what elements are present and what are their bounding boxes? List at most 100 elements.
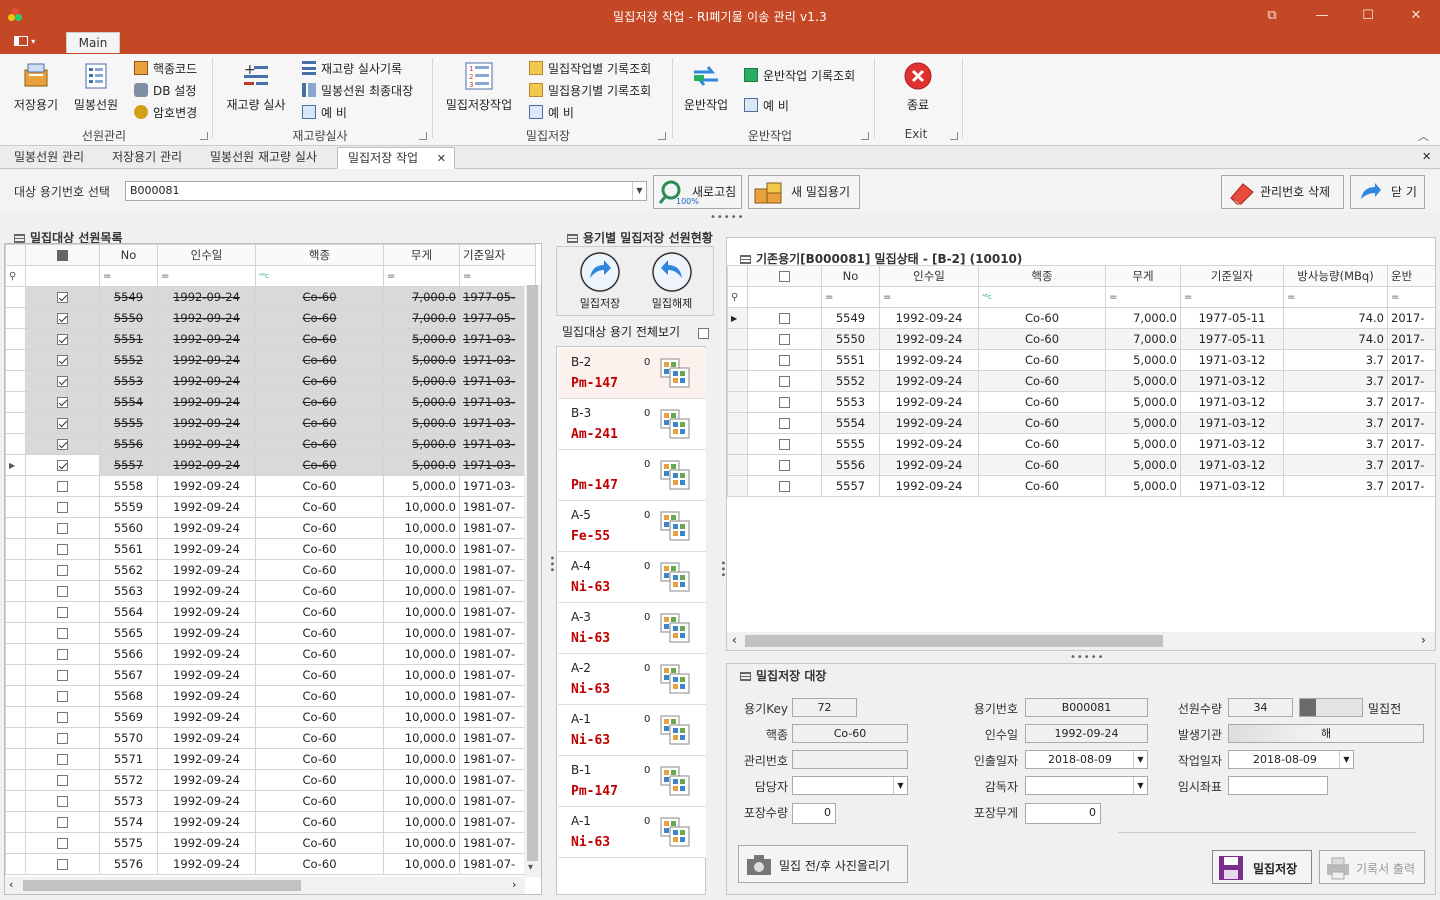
- table-row[interactable]: 5565 1992-09-24 Co-60 10,000.0 1981-07-: [5, 622, 536, 644]
- filter-cell[interactable]: =: [1283, 286, 1388, 308]
- table-row[interactable]: 5563 1992-09-24 Co-60 10,000.0 1981-07-: [5, 580, 536, 602]
- query-by-container-button[interactable]: 밀집용기별 기록조회: [529, 82, 651, 100]
- temp-coord-field[interactable]: [1228, 776, 1328, 795]
- row-checkbox[interactable]: [57, 649, 68, 660]
- row-checkbox[interactable]: [57, 670, 68, 681]
- row-checkbox[interactable]: [57, 460, 68, 471]
- col-nuclide[interactable]: 핵종: [978, 265, 1106, 287]
- table-row[interactable]: 5554 1992-09-24 Co-60 5,000.0 1971-03-12 3.7 2…: [727, 412, 1435, 434]
- scroll-right-icon[interactable]: ›: [512, 878, 516, 891]
- minimize-button[interactable]: —: [1302, 4, 1342, 28]
- table-row[interactable]: 5574 1992-09-24 Co-60 10,000.0 1981-07-: [5, 811, 536, 833]
- vessel-card[interactable]: B-3 Am-241 0: [558, 399, 706, 450]
- final-ledger-button[interactable]: 밀봉선원 최종대장: [302, 82, 413, 100]
- row-checkbox[interactable]: [57, 712, 68, 723]
- exit-button[interactable]: 종료: [890, 58, 946, 122]
- row-checkbox[interactable]: [57, 796, 68, 807]
- table-row[interactable]: 5552 1992-09-24 Co-60 5,000.0 1971-03-12 3.7 2…: [727, 370, 1435, 392]
- delete-mgmt-button[interactable]: 관리번호 삭제: [1221, 175, 1344, 209]
- vessel-card[interactable]: A-1 Ni-63 0: [558, 807, 706, 858]
- table-row[interactable]: 5549 1992-09-24 Co-60 7,000.0 1977-05-: [5, 286, 536, 308]
- table-row[interactable]: 5560 1992-09-24 Co-60 10,000.0 1981-07-: [5, 517, 536, 539]
- file-menu-button[interactable]: ▾: [14, 36, 48, 52]
- col-weight[interactable]: 무게: [1105, 265, 1181, 287]
- scroll-thumb[interactable]: [23, 880, 301, 891]
- row-checkbox[interactable]: [57, 775, 68, 786]
- row-checkbox-cell[interactable]: [25, 727, 100, 749]
- group-launcher-exit[interactable]: [950, 132, 958, 140]
- row-checkbox[interactable]: [779, 397, 790, 408]
- table-row[interactable]: 5550 1992-09-24 Co-60 7,000.0 1977-05-11 74.0…: [727, 328, 1435, 350]
- table-row[interactable]: 5556 1992-09-24 Co-60 5,000.0 1971-03-12 3.7 2…: [727, 454, 1435, 476]
- row-checkbox[interactable]: [779, 376, 790, 387]
- row-checkbox[interactable]: [57, 376, 68, 387]
- group-launcher-transport[interactable]: [861, 132, 869, 140]
- row-checkbox[interactable]: [57, 313, 68, 324]
- work-date-picker[interactable]: 2018-08-09 ▼: [1228, 750, 1354, 769]
- close-tab-icon[interactable]: ✕: [437, 148, 446, 169]
- table-row[interactable]: 5570 1992-09-24 Co-60 10,000.0 1981-07-: [5, 727, 536, 749]
- row-checkbox[interactable]: [57, 418, 68, 429]
- table-row[interactable]: 5555 1992-09-24 Co-60 5,000.0 1971-03-: [5, 412, 536, 434]
- table-row[interactable]: 5566 1992-09-24 Co-60 10,000.0 1981-07-: [5, 643, 536, 665]
- row-checkbox-cell[interactable]: [25, 391, 100, 413]
- scroll-down-icon[interactable]: ▾: [528, 862, 533, 873]
- supervisor-select[interactable]: ▼: [1025, 776, 1148, 795]
- row-checkbox[interactable]: [57, 292, 68, 303]
- row-checkbox-cell[interactable]: [747, 475, 822, 497]
- tab-dense-storage[interactable]: 밀집저장 작업 ✕: [337, 147, 455, 169]
- row-checkbox[interactable]: [57, 502, 68, 513]
- row-checkbox[interactable]: [57, 397, 68, 408]
- row-checkbox-cell[interactable]: [25, 349, 100, 371]
- vessel-card[interactable]: A-2 Ni-63 0: [558, 654, 706, 705]
- row-checkbox-cell[interactable]: [25, 307, 100, 329]
- splitter-grip[interactable]: •••••: [1070, 652, 1105, 663]
- row-checkbox[interactable]: [779, 355, 790, 366]
- row-checkbox[interactable]: [57, 754, 68, 765]
- table-row[interactable]: 5553 1992-09-24 Co-60 5,000.0 1971-03-12 3.7 2…: [727, 391, 1435, 413]
- left-vertical-scrollbar[interactable]: [524, 285, 541, 877]
- transport-query-button[interactable]: 운반작업 기록조회: [744, 67, 855, 85]
- row-checkbox-cell[interactable]: [25, 832, 100, 854]
- table-row[interactable]: 5568 1992-09-24 Co-60 10,000.0 1981-07-: [5, 685, 536, 707]
- row-checkbox-cell[interactable]: [747, 307, 822, 329]
- spare-button-1[interactable]: 예 비: [302, 104, 347, 122]
- row-checkbox-cell[interactable]: [25, 538, 100, 560]
- table-row[interactable]: 5575 1992-09-24 Co-60 10,000.0 1981-07-: [5, 832, 536, 854]
- table-row[interactable]: 5567 1992-09-24 Co-60 10,000.0 1981-07-: [5, 664, 536, 686]
- col-received[interactable]: 인수일: [157, 244, 256, 266]
- filter-cell[interactable]: =: [459, 265, 536, 287]
- spare-button-2[interactable]: 예 비: [529, 104, 574, 122]
- table-row[interactable]: 5551 1992-09-24 Co-60 5,000.0 1971-03-12 3.7 2…: [727, 349, 1435, 371]
- manager-select[interactable]: ▼: [792, 776, 908, 795]
- row-checkbox[interactable]: [779, 460, 790, 471]
- source-qty-field[interactable]: 34: [1228, 698, 1293, 717]
- container-button[interactable]: 저장용기: [8, 58, 64, 122]
- table-row[interactable]: 5576 1992-09-24 Co-60 10,000.0 1981-07-: [5, 853, 536, 875]
- tab-container[interactable]: 저장용기 관리: [102, 147, 192, 169]
- filter-cell[interactable]: =: [1180, 286, 1284, 308]
- col-received[interactable]: 인수일: [879, 265, 979, 287]
- row-checkbox-cell[interactable]: [25, 811, 100, 833]
- table-row[interactable]: 5571 1992-09-24 Co-60 10,000.0 1981-07-: [5, 748, 536, 770]
- group-launcher-dense[interactable]: [658, 132, 666, 140]
- withdraw-date-picker[interactable]: 2018-08-09 ▼: [1025, 750, 1148, 769]
- filter-cell[interactable]: ᴬᴮc: [255, 265, 384, 287]
- dense-storage-work-button[interactable]: 123 밀집저장작업: [440, 58, 518, 122]
- vessel-card[interactable]: A-4 Ni-63 0: [558, 552, 706, 603]
- filter-cell[interactable]: =: [879, 286, 979, 308]
- table-row[interactable]: ▶ 5557 1992-09-24 Co-60 5,000.0 1971-03-: [5, 454, 536, 476]
- upload-photo-button[interactable]: 밀집 전/후 사진올리기: [738, 845, 908, 883]
- received-date-field[interactable]: 1992-09-24: [1025, 724, 1148, 743]
- existing-container-grid[interactable]: No 인수일 핵종 무게 기준일자 방사능량(MBq) 운반 ⚲ = = ᴬᴮc = = =…: [727, 265, 1435, 632]
- table-row[interactable]: 5552 1992-09-24 Co-60 5,000.0 1971-03-: [5, 349, 536, 371]
- row-checkbox[interactable]: [57, 607, 68, 618]
- group-launcher-source[interactable]: [200, 132, 208, 140]
- row-checkbox[interactable]: [57, 523, 68, 534]
- table-row[interactable]: 5557 1992-09-24 Co-60 5,000.0 1971-03-12 3.7 2…: [727, 475, 1435, 497]
- table-row[interactable]: 5556 1992-09-24 Co-60 5,000.0 1971-03-: [5, 433, 536, 455]
- dense-store-button[interactable]: 밀집저장: [570, 250, 630, 314]
- close-all-icon[interactable]: ✕: [1422, 150, 1431, 163]
- table-row[interactable]: 5564 1992-09-24 Co-60 10,000.0 1981-07-: [5, 601, 536, 623]
- pack-weight-field[interactable]: 0: [1025, 803, 1101, 824]
